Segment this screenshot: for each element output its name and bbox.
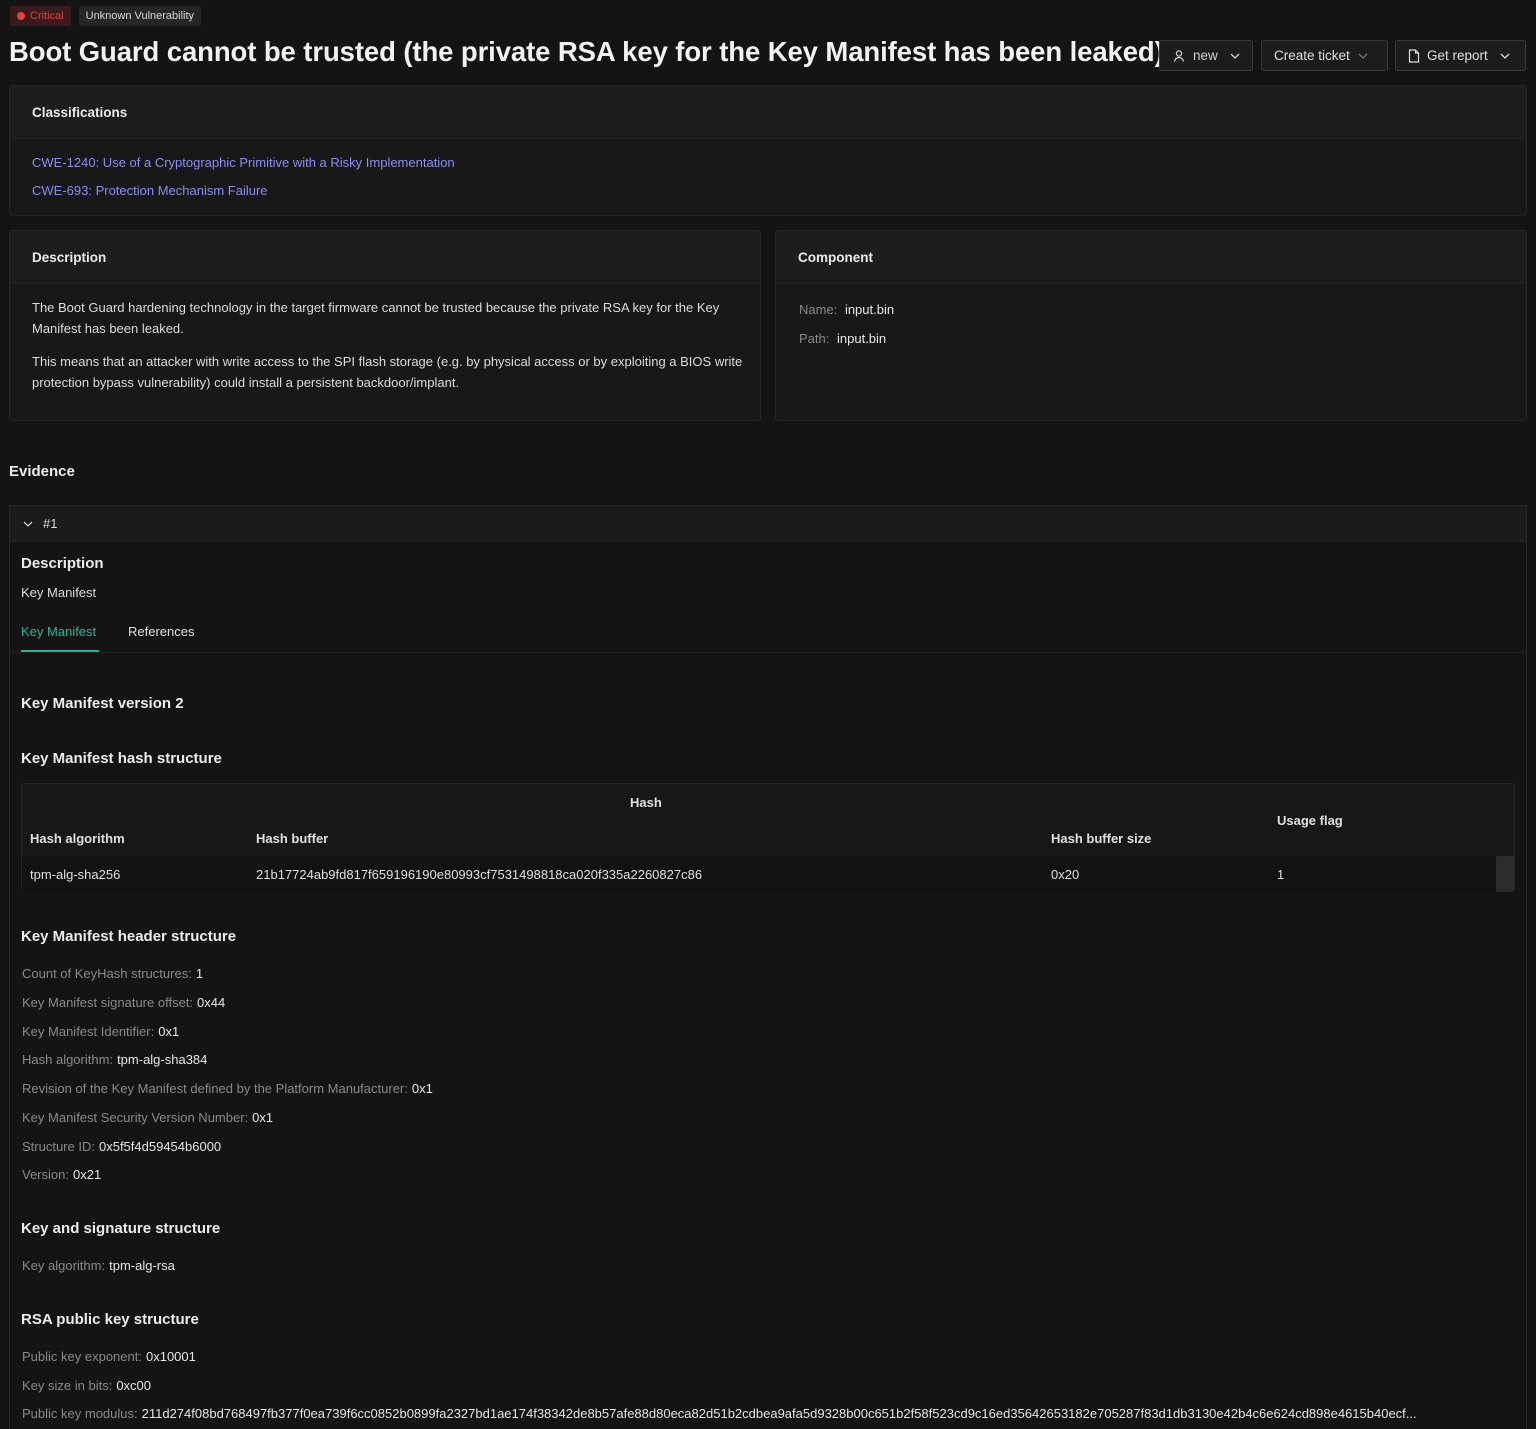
- evidence-heading: Evidence: [9, 463, 75, 480]
- evidence-item-label: #1: [43, 516, 58, 531]
- header-structure-title: Key Manifest header structure: [21, 928, 237, 945]
- classifications-panel: Classifications CWE-1240: Use of a Crypt…: [9, 85, 1527, 216]
- field-value: 0x10001: [145, 1349, 196, 1364]
- evidence-item-toggle[interactable]: #1: [10, 506, 1526, 542]
- table-cell: 1: [1277, 867, 1285, 882]
- table-cell: 21b17724ab9fd817f659196190e80993cf753149…: [256, 867, 703, 882]
- field-value: tpm-alg-sha384: [117, 1052, 208, 1067]
- tab-references[interactable]: References: [128, 624, 194, 639]
- critical-dot-icon: [17, 12, 25, 20]
- field-key: Hash algorithm: [22, 1052, 110, 1067]
- get-report-label: Get report: [1427, 48, 1488, 63]
- create-ticket-button[interactable]: Create ticket: [1261, 40, 1388, 71]
- header-field: Key Manifest Identifier: 0x1: [22, 1024, 180, 1039]
- status-dropdown-button[interactable]: new: [1159, 40, 1253, 71]
- user-icon: [1173, 49, 1185, 62]
- chevron-down-icon: [1230, 53, 1240, 59]
- key-manifest-version-title: Key Manifest version 2: [21, 695, 184, 712]
- field-key: Key Manifest Identifier: [22, 1024, 151, 1039]
- rsa-structure-title: RSA public key structure: [21, 1311, 199, 1328]
- create-ticket-label: Create ticket: [1274, 48, 1350, 63]
- column-header-hash-buffer: Hash buffer: [256, 831, 329, 846]
- page-title: Boot Guard cannot be trusted (the privat…: [9, 36, 1164, 67]
- field-key: Key Manifest signature offset: [22, 995, 190, 1010]
- field-value: 0x44: [197, 995, 226, 1010]
- classification-link-cwe-1240[interactable]: CWE-1240: Use of a Cryptographic Primiti…: [32, 155, 455, 170]
- description-heading: Description: [10, 231, 760, 284]
- classification-link-cwe-693[interactable]: CWE-693: Protection Mechanism Failure: [32, 183, 268, 198]
- field-key: Key Manifest Security Version Number: [22, 1110, 245, 1125]
- field-value: input.bin: [844, 302, 895, 317]
- header-field: Structure ID: 0x5f5f4d59454b6000: [22, 1139, 222, 1154]
- field-value: input.bin: [837, 331, 887, 346]
- chevron-down-icon: [23, 521, 33, 527]
- field-value: 0x1: [158, 1024, 180, 1039]
- header-field: Hash algorithm: tpm-alg-sha384: [22, 1052, 208, 1067]
- hash-table: Hash Hash algorithm Hash buffer Hash buf…: [21, 783, 1515, 892]
- component-panel: Component Name: input.bin Path: input.bi…: [775, 230, 1527, 421]
- hash-group-header: Hash: [630, 795, 662, 810]
- header-field: Version: 0x21: [22, 1167, 102, 1182]
- field-value: 0xc00: [116, 1378, 152, 1393]
- get-report-button[interactable]: Get report: [1395, 40, 1526, 71]
- document-icon: [1408, 48, 1420, 63]
- tab-key-manifest[interactable]: Key Manifest: [21, 624, 96, 639]
- field-key: Public key exponent: [22, 1349, 139, 1364]
- header-field: Key Manifest signature offset: 0x44: [22, 995, 226, 1010]
- field-key: Key size in bits: [22, 1378, 109, 1393]
- field-value: 0x21: [73, 1167, 102, 1182]
- field-value: 0x5f5f4d59454b6000: [98, 1139, 222, 1154]
- signature-structure-title: Key and signature structure: [21, 1220, 221, 1237]
- field-key: Structure ID: [22, 1139, 92, 1154]
- component-name-field: Name: input.bin: [799, 302, 895, 317]
- severity-badge: Critical: [10, 6, 71, 26]
- signature-field: Key algorithm: tpm-alg-rsa: [22, 1258, 175, 1273]
- field-value: 211d274f08bd768497fb377f0ea739f6cc0852b0…: [141, 1406, 1417, 1421]
- column-header-hash-buffer-size: Hash buffer size: [1051, 831, 1152, 846]
- table-cell: tpm-alg-sha256: [30, 867, 121, 882]
- type-badge: Unknown Vulnerability: [78, 6, 202, 26]
- header-field: Revision of the Key Manifest defined by …: [22, 1081, 433, 1096]
- field-value: 0x1: [411, 1081, 433, 1096]
- field-key: Name: [799, 302, 834, 317]
- column-header-usage-flag: Usage flag: [1277, 813, 1343, 828]
- badge-row: Critical Unknown Vulnerability: [10, 6, 202, 26]
- component-heading: Component: [776, 231, 1526, 284]
- field-key: Key algorithm: [22, 1258, 102, 1273]
- field-key: Public key modulus: [22, 1406, 134, 1421]
- classifications-heading: Classifications: [10, 86, 1526, 139]
- chevron-down-icon: [1500, 53, 1510, 59]
- rsa-field: Key size in bits: 0xc00: [22, 1378, 152, 1393]
- column-header-hash-algorithm: Hash algorithm: [30, 831, 125, 846]
- tab-divider: [9, 652, 1527, 653]
- field-key: Path: [799, 331, 826, 346]
- field-value: 0x1: [252, 1110, 274, 1125]
- header-field: Count of KeyHash structures: 1: [22, 966, 204, 981]
- header-field: Key Manifest Security Version Number: 0x1: [22, 1110, 274, 1125]
- field-key: Version: [22, 1167, 66, 1182]
- field-key: Count of KeyHash structures: [22, 966, 189, 981]
- description-panel: Description The Boot Guard hardening tec…: [9, 230, 761, 421]
- description-paragraph: The Boot Guard hardening technology in t…: [32, 300, 720, 336]
- rsa-field: Public key modulus: 211d274f08bd768497fb3…: [22, 1406, 1417, 1421]
- description-paragraph: This means that an attacker with write a…: [32, 354, 743, 390]
- chevron-down-icon: [1358, 53, 1368, 59]
- evidence-description-value: Key Manifest: [21, 585, 97, 600]
- table-cell: 0x20: [1051, 867, 1080, 882]
- rsa-field: Public key exponent: 0x10001: [22, 1349, 196, 1364]
- component-path-field: Path: input.bin: [799, 331, 887, 346]
- evidence-description-heading: Description: [21, 555, 104, 572]
- severity-label: Critical: [30, 10, 64, 22]
- field-key: Revision of the Key Manifest defined by …: [22, 1081, 405, 1096]
- field-value: 1: [195, 966, 204, 981]
- evidence-box: #1: [9, 505, 1527, 1429]
- table-row: [22, 856, 1514, 892]
- table-scrollbar[interactable]: [1496, 856, 1514, 892]
- status-label: new: [1193, 48, 1218, 63]
- field-value: tpm-alg-rsa: [109, 1258, 175, 1273]
- hash-structure-title: Key Manifest hash structure: [21, 750, 222, 767]
